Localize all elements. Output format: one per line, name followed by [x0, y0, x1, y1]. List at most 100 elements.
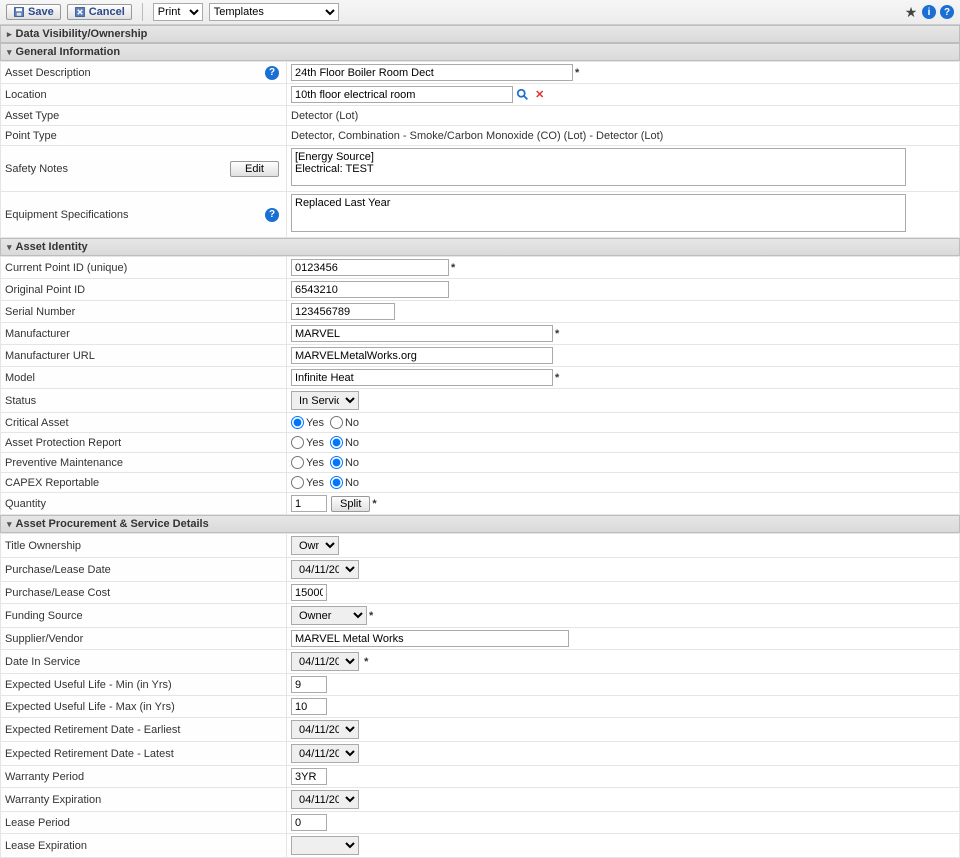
save-label: Save	[28, 6, 54, 18]
required-marker: *	[555, 372, 559, 384]
pl-cost-label: Purchase/Lease Cost	[5, 587, 110, 599]
ret-early-select[interactable]: 04/11/2027	[291, 720, 359, 739]
help-icon[interactable]: ?	[265, 208, 279, 222]
critical-no-radio[interactable]	[330, 416, 343, 429]
help-icon[interactable]: ?	[940, 5, 954, 19]
orig-point-input[interactable]	[291, 281, 449, 298]
asset-desc-input[interactable]	[291, 64, 573, 81]
chevron-right-icon: ▸	[7, 29, 12, 40]
location-label: Location	[5, 89, 47, 101]
manuf-url-label: Manufacturer URL	[5, 350, 95, 362]
model-label: Model	[5, 372, 35, 384]
required-marker: *	[451, 262, 455, 274]
asset-type-label: Asset Type	[5, 110, 59, 122]
section-title: General Information	[16, 46, 121, 58]
section-title: Asset Procurement & Service Details	[16, 518, 209, 530]
fund-select[interactable]: Owner	[291, 606, 367, 625]
ret-early-label: Expected Retirement Date - Earliest	[5, 724, 180, 736]
split-button[interactable]: Split	[331, 496, 370, 512]
pl-date-select[interactable]: 04/11/2018	[291, 560, 359, 579]
status-label: Status	[5, 395, 36, 407]
cancel-button[interactable]: Cancel	[67, 4, 132, 20]
capex-yes-radio[interactable]	[291, 476, 304, 489]
life-max-input[interactable]	[291, 698, 327, 715]
required-marker: *	[364, 656, 368, 668]
asset-desc-label: Asset Description	[5, 67, 91, 79]
vendor-input[interactable]	[291, 630, 569, 647]
war-exp-label: Warranty Expiration	[5, 794, 101, 806]
help-icon[interactable]: ?	[265, 66, 279, 80]
war-per-input[interactable]	[291, 768, 327, 785]
apr-label: Asset Protection Report	[5, 437, 121, 449]
critical-yes-radio[interactable]	[291, 416, 304, 429]
location-input[interactable]	[291, 86, 513, 103]
edit-button[interactable]: Edit	[230, 161, 279, 177]
required-marker: *	[555, 328, 559, 340]
general-form: Asset Description? * Location ✕ Asset Ty…	[0, 61, 960, 238]
title-own-label: Title Ownership	[5, 540, 81, 552]
ret-late-select[interactable]: 04/11/2028	[291, 744, 359, 763]
ret-late-label: Expected Retirement Date - Latest	[5, 748, 174, 760]
identity-form: Current Point ID (unique) * Original Poi…	[0, 256, 960, 515]
save-button[interactable]: Save	[6, 4, 61, 20]
manuf-url-input[interactable]	[291, 347, 553, 364]
info-icon[interactable]: i	[922, 5, 936, 19]
life-max-label: Expected Useful Life - Max (in Yrs)	[5, 701, 175, 713]
capex-no-radio[interactable]	[330, 476, 343, 489]
safety-notes-textarea[interactable]	[291, 148, 906, 186]
equip-spec-label: Equipment Specifications	[5, 209, 129, 221]
serial-input[interactable]	[291, 303, 395, 320]
status-select[interactable]: In Service	[291, 391, 359, 410]
lease-per-input[interactable]	[291, 814, 327, 831]
section-title: Data Visibility/Ownership	[16, 28, 148, 40]
manuf-label: Manufacturer	[5, 328, 70, 340]
lease-per-label: Lease Period	[5, 817, 70, 829]
apr-no-radio[interactable]	[330, 436, 343, 449]
capex-label: CAPEX Reportable	[5, 477, 99, 489]
chevron-down-icon: ▾	[7, 47, 12, 58]
apr-yes-radio[interactable]	[291, 436, 304, 449]
procurement-form: Title Ownership Owned Purchase/Lease Dat…	[0, 533, 960, 858]
lease-exp-label: Lease Expiration	[5, 840, 87, 852]
manuf-input[interactable]	[291, 325, 553, 342]
cur-point-input[interactable]	[291, 259, 449, 276]
search-icon[interactable]	[516, 88, 530, 102]
fund-label: Funding Source	[5, 610, 83, 622]
cancel-label: Cancel	[89, 6, 125, 18]
life-min-input[interactable]	[291, 676, 327, 693]
point-type-label: Point Type	[5, 130, 57, 142]
safety-notes-label: Safety Notes	[5, 163, 68, 175]
dis-select[interactable]: 04/11/2018	[291, 652, 359, 671]
model-input[interactable]	[291, 369, 553, 386]
required-marker: *	[372, 498, 376, 510]
lease-exp-select[interactable]	[291, 836, 359, 855]
life-min-label: Expected Useful Life - Min (in Yrs)	[5, 679, 172, 691]
pl-cost-input[interactable]	[291, 584, 327, 601]
pm-yes-radio[interactable]	[291, 456, 304, 469]
print-select[interactable]: Print	[153, 3, 203, 21]
required-marker: *	[575, 67, 579, 79]
section-title: Asset Identity	[16, 241, 88, 253]
templates-select[interactable]: Templates	[209, 3, 339, 21]
point-type-value: Detector, Combination - Smoke/Carbon Mon…	[291, 130, 663, 142]
pm-no-radio[interactable]	[330, 456, 343, 469]
section-identity[interactable]: ▾ Asset Identity	[0, 238, 960, 256]
clear-icon[interactable]: ✕	[535, 89, 544, 101]
war-exp-select[interactable]: 04/11/2021	[291, 790, 359, 809]
section-visibility[interactable]: ▸ Data Visibility/Ownership	[0, 25, 960, 43]
pl-date-label: Purchase/Lease Date	[5, 564, 111, 576]
section-general[interactable]: ▾ General Information	[0, 43, 960, 61]
title-own-select[interactable]: Owned	[291, 536, 339, 555]
cancel-icon	[74, 6, 86, 18]
qty-input[interactable]	[291, 495, 327, 512]
section-procurement[interactable]: ▾ Asset Procurement & Service Details	[0, 515, 960, 533]
chevron-down-icon: ▾	[7, 242, 12, 253]
star-icon[interactable]: ★	[904, 5, 918, 19]
asset-type-value: Detector (Lot)	[291, 110, 358, 122]
war-per-label: Warranty Period	[5, 771, 84, 783]
separator	[142, 3, 143, 21]
critical-label: Critical Asset	[5, 417, 69, 429]
cur-point-label: Current Point ID (unique)	[5, 262, 127, 274]
equip-spec-textarea[interactable]	[291, 194, 906, 232]
orig-point-label: Original Point ID	[5, 284, 85, 296]
